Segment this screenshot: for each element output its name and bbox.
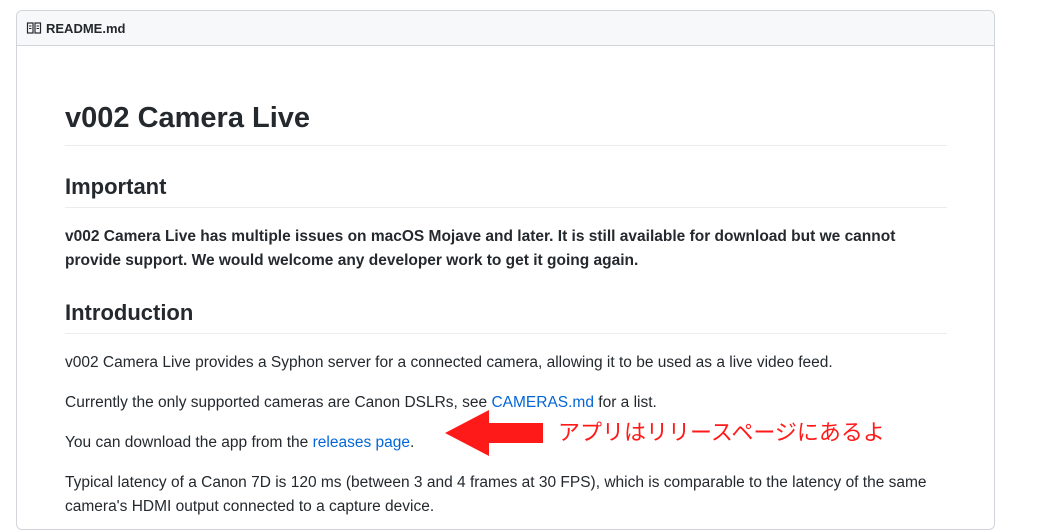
readme-title: v002 Camera Live — [65, 102, 311, 134]
intro-p2-text-before: Currently the only supported cameras are… — [65, 394, 492, 411]
intro-p3-text-after: . — [409, 434, 415, 451]
title-divider — [65, 145, 947, 146]
intro-paragraph-1: v002 Camera Live provides a Syphon serve… — [65, 354, 833, 371]
important-heading: Important — [65, 174, 167, 199]
readme-filename[interactable]: README.md — [46, 21, 125, 36]
intro-p3-text-before: You can download the app from the — [65, 434, 313, 451]
readme-header: README.md — [17, 11, 994, 46]
cameras-md-link[interactable]: CAMERAS.md — [491, 394, 594, 411]
annotation-label: アプリはリリースページにあるよ — [558, 421, 885, 446]
intro-p2-text-after: for a list. — [593, 394, 657, 411]
introduction-divider — [65, 333, 947, 334]
introduction-heading: Introduction — [65, 300, 194, 325]
releases-page-link[interactable]: releases page — [313, 434, 410, 451]
intro-paragraph-4: Typical latency of a Canon 7D is 120 ms … — [65, 474, 927, 515]
important-divider — [65, 207, 947, 208]
important-text: v002 Camera Live has multiple issues on … — [65, 228, 896, 269]
book-icon — [26, 20, 42, 36]
red-arrow-icon — [445, 410, 543, 456]
